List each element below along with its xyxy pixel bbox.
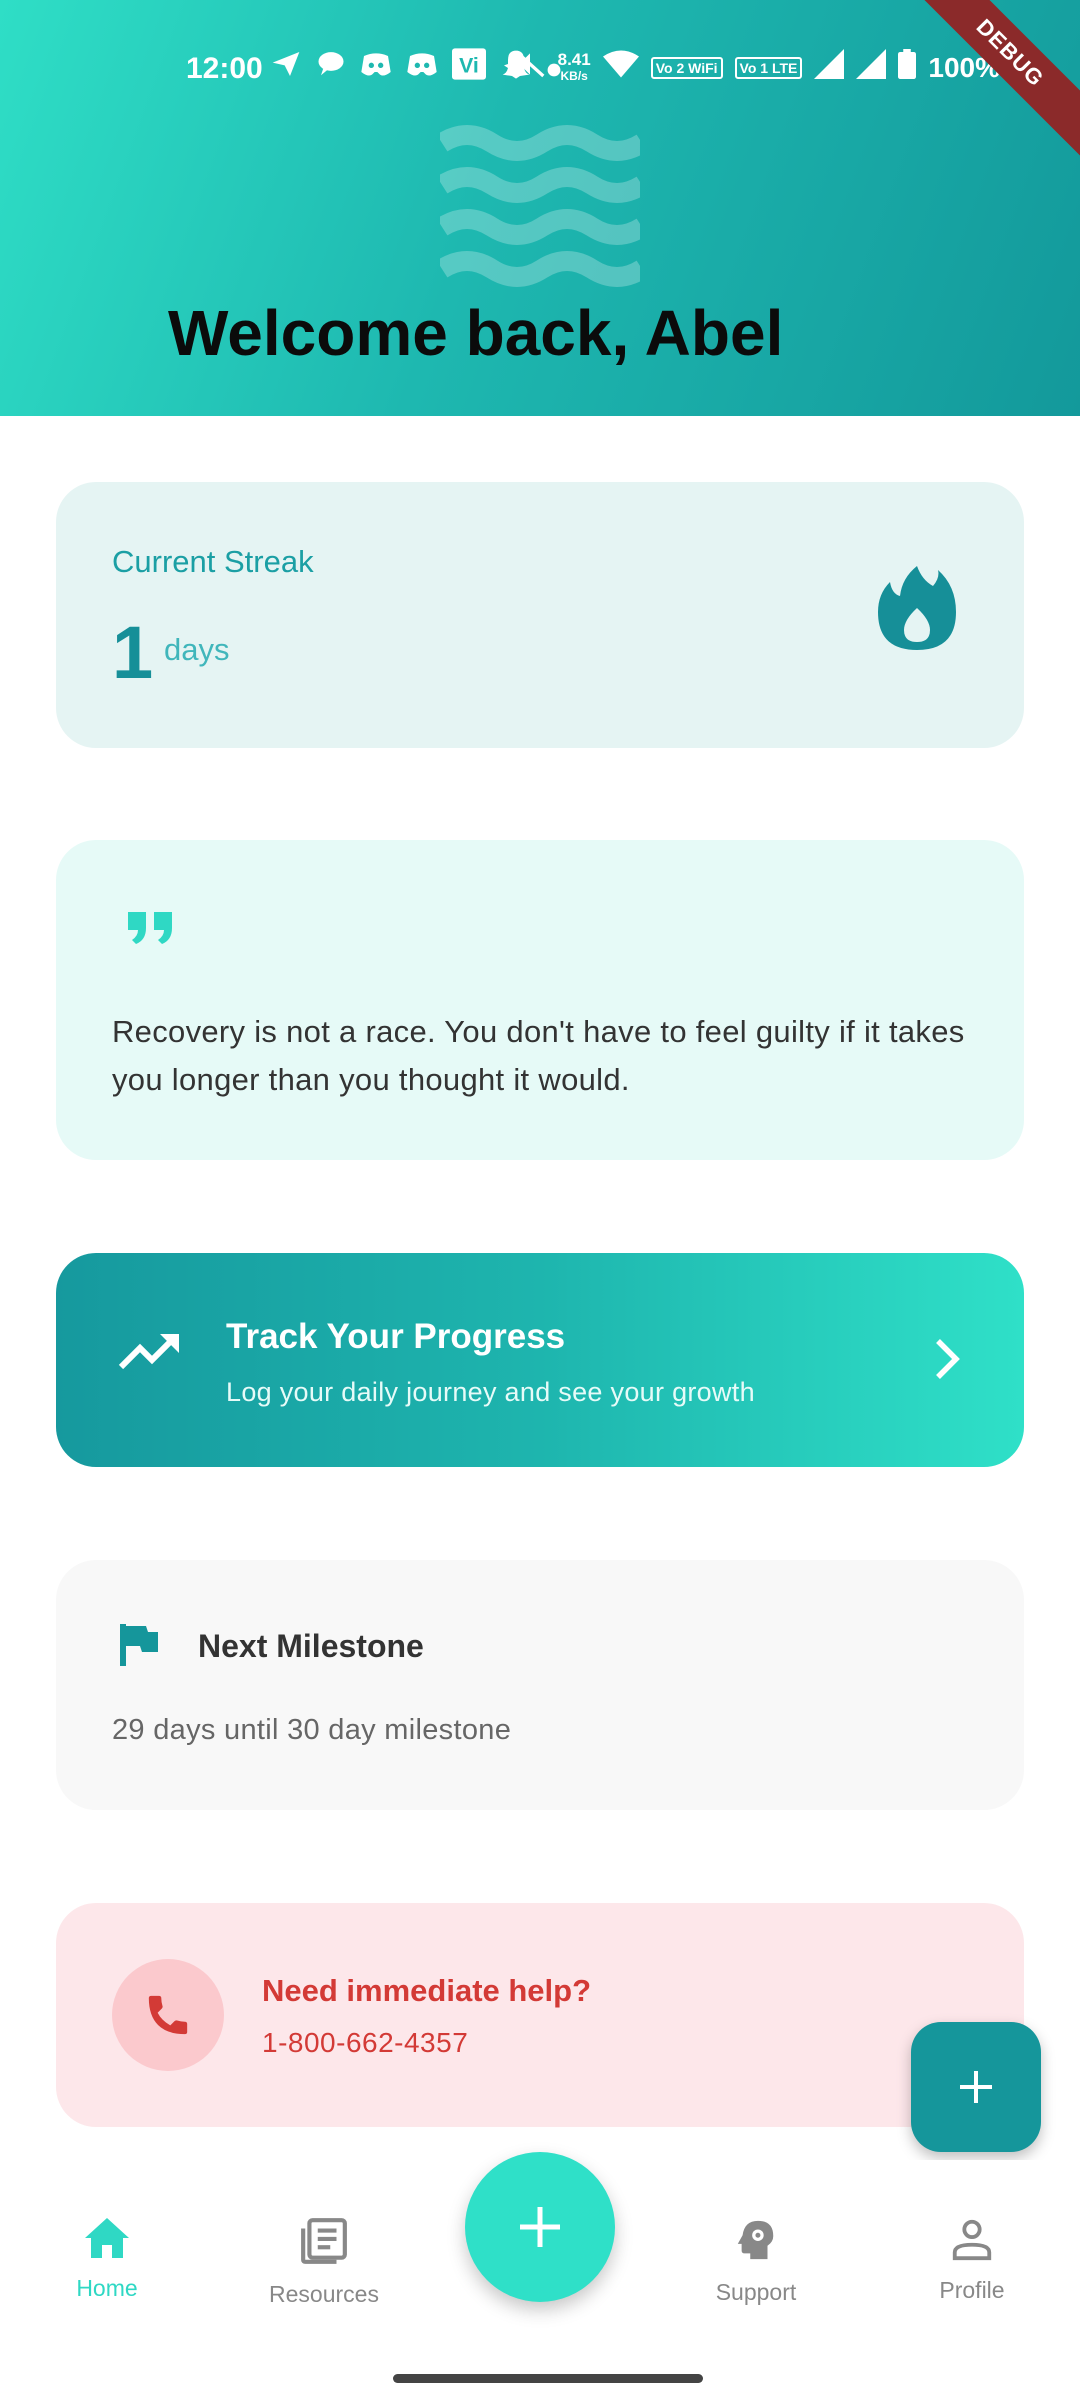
streak-card: Current Streak 1 days [56,482,1024,748]
progress-title: Track Your Progress [226,1317,566,1356]
wifi-icon [602,49,639,86]
newspaper-icon [301,2218,347,2264]
person-icon [952,2219,992,2261]
plus-icon [520,2207,560,2247]
svg-text:Vi: Vi [459,54,479,78]
nav-label-support: Support [715,2279,797,2305]
center-add-button[interactable] [465,2152,615,2302]
add-fab-button[interactable] [911,2022,1041,2152]
telegram-icon [270,48,302,89]
help-phone-number[interactable]: 1-800-662-4357 [262,2027,468,2059]
nav-item-resources[interactable]: Resources [244,2216,404,2308]
quote-card: Recovery is not a race. You don't have t… [56,840,1024,1160]
mute-icon [514,48,546,87]
streak-unit: days [164,632,230,667]
streak-label: Current Streak [112,544,314,579]
nav-item-profile[interactable]: Profile [892,2216,1052,2304]
sim2-chip: Vo 1 LTE [734,56,803,79]
streak-count: 1 [112,611,154,694]
track-progress-button[interactable]: Track Your Progress Log your daily journ… [56,1253,1024,1467]
quote-text: Recovery is not a race. You don't have t… [112,1014,965,1097]
status-time: 12:00 [186,52,263,85]
home-indicator[interactable] [393,2374,703,2383]
discord-icon [360,50,392,87]
network-speed: 8.41 KB/s [557,49,591,83]
trending-up-icon [118,1333,179,1370]
phone-icon [148,1995,188,2035]
help-title: Need immediate help? [262,1973,592,2008]
immediate-help-card[interactable]: Need immediate help? 1-800-662-4357 [56,1903,1024,2127]
system-status-icons: 8.41 KB/s Vo 2 WiFi Vo 1 LTE 100% [514,48,1000,87]
chat-icon [316,49,346,88]
plus-icon [960,2071,992,2103]
vi-app-icon: Vi [452,48,486,89]
flag-icon [120,1624,158,1666]
welcome-title: Welcome back, Abel [168,297,784,369]
nav-label-profile: Profile [939,2277,1005,2303]
nav-item-home[interactable]: Home [27,2216,187,2302]
milestone-card: Next Milestone 29 days until 30 day mile… [56,1560,1024,1810]
milestone-title: Next Milestone [198,1628,424,1664]
waves-icon [440,125,640,287]
signal-icon [814,49,845,86]
phone-icon-circle [112,1959,224,2071]
progress-subtitle: Log your daily journey and see your grow… [226,1377,755,1407]
fire-icon [878,566,956,650]
chevron-right-icon [936,1339,960,1379]
milestone-text: 29 days until 30 day milestone [112,1714,512,1746]
quote-icon [128,912,172,944]
nav-item-support[interactable]: Support [676,2216,836,2306]
nav-label-resources: Resources [269,2281,379,2307]
header: 12:00 Vi 8.41 KB/s Vo 2 WiFi Vo 1 LTE 10… [0,0,1080,416]
discord-icon [406,50,438,87]
signal-icon [856,49,887,86]
status-bar: 12:00 Vi 8.41 KB/s Vo 2 WiFi Vo 1 LTE 10… [0,40,1080,96]
psychology-icon [737,2220,774,2260]
battery-icon [898,49,917,86]
sim1-chip: Vo 2 WiFi [650,56,723,79]
home-icon [85,2218,129,2258]
nav-label-home: Home [76,2275,138,2301]
